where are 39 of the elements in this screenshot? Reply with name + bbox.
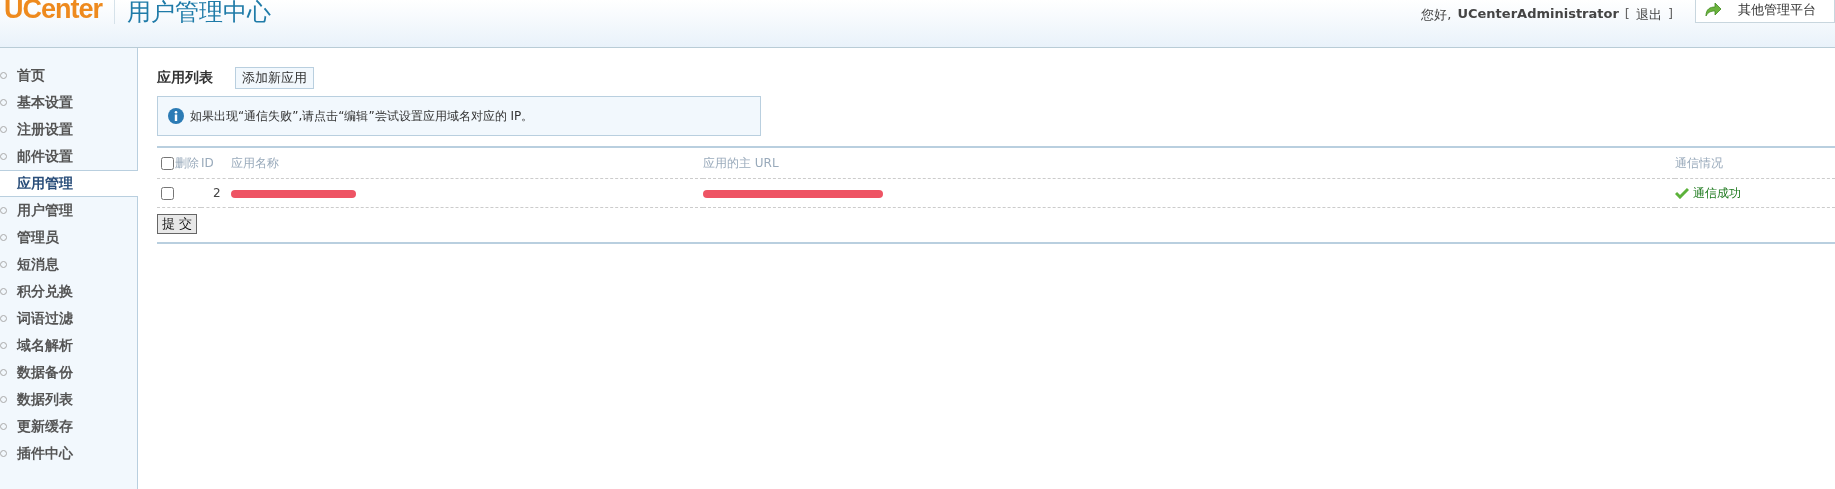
bracket: ] [1667,6,1673,23]
notice-text: 如果出现“通信失败”,请点击“编辑”尝试设置应用域名对应的 IP。 [190,107,534,125]
sidebar-item[interactable]: 词语过滤 [0,305,137,332]
bracket: [ [1624,6,1630,23]
username: UCenterAdministrator [1457,6,1619,23]
sidebar-item[interactable]: 邮件设置 [0,143,137,170]
column-header: 应用名称 [231,155,279,170]
curved-arrow-icon [1704,2,1722,17]
sidebar-item[interactable]: 应用管理 [0,170,138,197]
add-app-button[interactable]: 添加新应用 [235,67,314,89]
status-text: 通信成功 [1693,184,1741,202]
page-title: 用户管理中心 [127,0,272,28]
column-header: 应用的主 URL [703,155,779,170]
sidebar-item[interactable]: 数据备份 [0,359,137,386]
sidebar-item[interactable]: 短消息 [0,251,137,278]
row-checkbox[interactable] [161,187,174,200]
sidebar-item[interactable]: 插件中心 [0,440,137,467]
table-cell: 2 [213,186,221,200]
column-header: ID [201,156,214,170]
submit-button[interactable]: 提 交 [157,214,198,234]
sidebar-item[interactable]: 更新缓存 [0,413,137,440]
other-platforms-button[interactable]: 其他管理平台 [1695,0,1835,23]
checkmark-icon [1675,187,1689,199]
section-heading: 应用列表 [157,69,213,87]
info-icon [168,108,184,124]
sidebar-item[interactable]: 数据列表 [0,386,137,413]
column-header: 通信情况 [1675,155,1723,170]
sidebar-item[interactable]: 注册设置 [0,116,137,143]
sidebar-item[interactable]: 基本设置 [0,89,137,116]
sidebar-item[interactable]: 域名解析 [0,332,137,359]
logout-link[interactable]: 退出 [1635,6,1662,24]
logo: UCenter [4,0,116,24]
sidebar-item[interactable]: 用户管理 [0,197,137,224]
sidebar-item[interactable]: 管理员 [0,224,137,251]
select-all-checkbox[interactable] [161,156,174,170]
column-header: 删除 [175,155,199,170]
sidebar-item[interactable]: 首页 [0,62,137,89]
greeting-text: 您好, [1421,6,1452,24]
sidebar-item[interactable]: 积分兑换 [0,278,137,305]
